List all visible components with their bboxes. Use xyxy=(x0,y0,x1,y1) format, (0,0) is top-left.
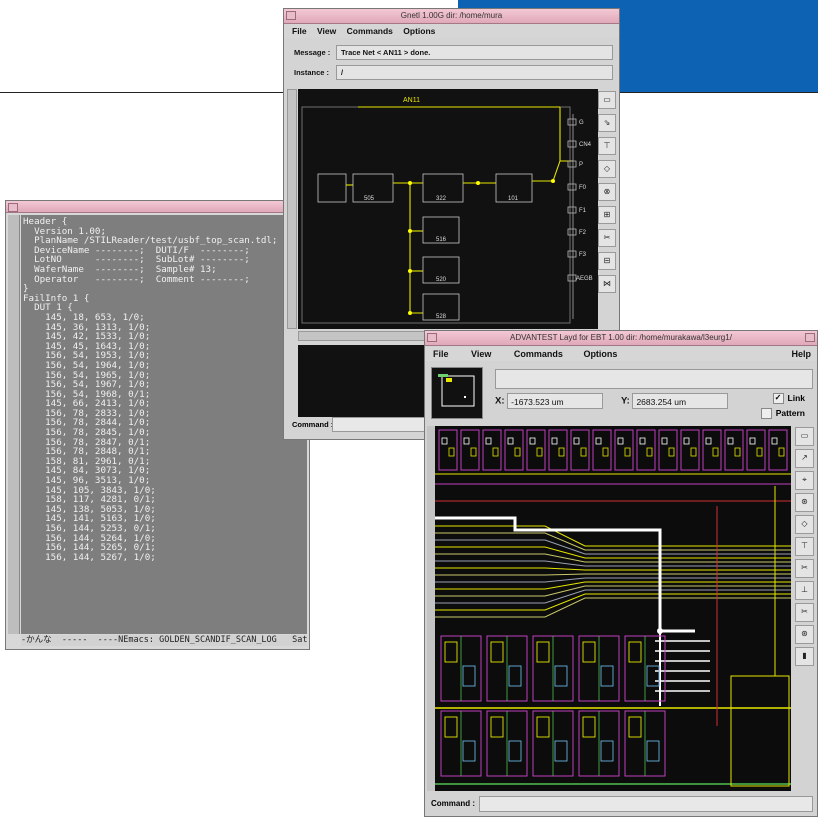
tool-button-icon[interactable]: ▮ xyxy=(795,647,814,666)
net-label: AN11 xyxy=(403,97,420,104)
tool-button-icon[interactable]: ⋈ xyxy=(598,275,616,293)
schematic-canvas[interactable]: AN11 G CN4 P F0 F1 F2 F3 AEGB 505 322 10… xyxy=(298,89,598,329)
schematic-drawing: AN11 G CN4 P F0 F1 F2 F3 AEGB 505 322 10… xyxy=(301,97,593,324)
port-label: F0 xyxy=(579,185,587,191)
tool-button-icon[interactable]: ◇ xyxy=(598,160,616,178)
layout-window: ADVANTEST Layd for EBT 1.00 dir: /home/m… xyxy=(424,330,818,817)
tool-button-icon[interactable]: ↗ xyxy=(795,449,814,468)
link-label: Link xyxy=(787,393,805,403)
layout-shape xyxy=(657,628,663,634)
tool-button-icon[interactable]: ⊛ xyxy=(795,625,814,644)
checkbox-checked-icon[interactable]: ✓ xyxy=(772,393,784,405)
x-label: X: xyxy=(495,395,505,407)
instance-field[interactable]: / xyxy=(336,65,613,80)
tool-button-icon[interactable]: ⊞ xyxy=(598,206,616,224)
tool-button-icon[interactable]: ⌖ xyxy=(795,471,814,490)
layout-titlebar[interactable]: ADVANTEST Layd for EBT 1.00 dir: /home/m… xyxy=(425,331,817,346)
menu-commands[interactable]: Commands xyxy=(347,24,393,38)
pattern-checkbox[interactable]: Pattern xyxy=(760,408,805,420)
emacs-line: Operator --------; Comment --------; xyxy=(23,273,250,285)
checkbox-unchecked-icon[interactable] xyxy=(760,408,772,420)
layout-title: ADVANTEST Layd for EBT 1.00 dir: /home/m… xyxy=(510,333,732,342)
y-field[interactable]: 2683.254 um xyxy=(632,393,729,409)
schematic-menubar: File View Commands Options xyxy=(284,24,619,38)
port-label: G xyxy=(579,120,584,126)
layout-toolbar: ▭ ↗ ⌖ ⊛ ◇ ⊤ ✂ ⊥ ✂ ⊛ ▮ xyxy=(795,427,815,669)
menu-help[interactable]: Help xyxy=(791,347,811,361)
window-menu-icon[interactable] xyxy=(8,203,18,212)
message-field: Trace Net < AN11 > done. xyxy=(336,45,613,60)
port-label: F2 xyxy=(579,230,587,236)
cell-label: 520 xyxy=(436,277,447,283)
emacs-buffer[interactable]: Header { Version 1.00; PlanName /STILRea… xyxy=(21,215,307,634)
instance-row: Instance : / xyxy=(290,65,617,81)
x-field[interactable]: -1673.523 um xyxy=(507,393,604,409)
tool-button-icon[interactable]: ⊥ xyxy=(795,581,814,600)
port-label: F3 xyxy=(579,252,587,258)
tool-button-icon[interactable]: ▭ xyxy=(795,427,814,446)
cell-label: 505 xyxy=(364,196,375,202)
maximize-icon[interactable] xyxy=(805,333,815,342)
x-coordinate: X: -1673.523 um xyxy=(495,393,604,409)
menu-file[interactable]: File xyxy=(292,24,307,38)
layout-text-input[interactable] xyxy=(495,369,813,389)
y-coordinate: Y: 2683.254 um xyxy=(621,393,729,409)
schematic-title: Gnetl 1.00G dir: /home/mura xyxy=(400,11,503,20)
y-label: Y: xyxy=(621,395,630,407)
menu-options[interactable]: Options xyxy=(403,24,435,38)
link-checkbox[interactable]: ✓ Link xyxy=(772,393,805,405)
layout-drawing xyxy=(435,426,791,791)
tool-button-icon[interactable]: ✂ xyxy=(795,603,814,622)
layout-overview-thumbnail[interactable] xyxy=(431,367,483,419)
message-label: Message : xyxy=(294,48,331,57)
window-menu-icon[interactable] xyxy=(427,333,437,342)
command-label: Command : xyxy=(292,420,334,429)
command-input[interactable] xyxy=(479,796,813,812)
tool-button-icon[interactable]: ⇘ xyxy=(598,114,616,132)
layout-menubar: File View Commands Options Help xyxy=(425,347,817,361)
emacs-modeline: -かんな ----- ----NEmacs: GOLDEN_SCANDIF_SC… xyxy=(21,635,307,646)
layout-vscrollbar[interactable] xyxy=(427,426,435,791)
menu-options[interactable]: Options xyxy=(583,347,617,361)
emacs-window: Header { Version 1.00; PlanName /STILRea… xyxy=(5,200,310,650)
schematic-toolbar: ▭ ⇘ ⊤ ◇ ⊗ ⊞ ✂ ⊟ ⋈ xyxy=(598,91,616,298)
port-label: AEGB xyxy=(576,276,593,282)
overview-drawing xyxy=(438,374,475,407)
instance-label: Instance : xyxy=(294,68,330,77)
tool-button-icon[interactable]: ⊛ xyxy=(795,493,814,512)
layout-canvas[interactable] xyxy=(435,426,791,791)
schematic-titlebar[interactable]: Gnetl 1.00G dir: /home/mura xyxy=(284,9,619,24)
tool-button-icon[interactable]: ⊟ xyxy=(598,252,616,270)
menu-view[interactable]: View xyxy=(471,347,491,361)
tool-button-icon[interactable]: ▭ xyxy=(598,91,616,109)
menu-view[interactable]: View xyxy=(317,24,336,38)
schematic-secondary-pane[interactable] xyxy=(298,345,438,417)
tool-button-icon[interactable]: ✂ xyxy=(598,229,616,247)
cell-label: 516 xyxy=(436,237,447,243)
tool-button-icon[interactable]: ⊤ xyxy=(795,537,814,556)
menu-commands[interactable]: Commands xyxy=(514,347,563,361)
schematic-vscrollbar[interactable] xyxy=(287,89,297,329)
emacs-scrollbar[interactable] xyxy=(8,215,20,634)
emacs-line: 156, 144, 5267, 1/0; xyxy=(23,551,156,563)
tool-button-icon[interactable]: ⊤ xyxy=(598,137,616,155)
port-label: CN4 xyxy=(579,142,592,148)
cell-label: 528 xyxy=(436,314,447,320)
port-label: F1 xyxy=(579,208,587,214)
emacs-titlebar[interactable] xyxy=(6,201,309,213)
pattern-label: Pattern xyxy=(775,408,805,418)
port-label: P xyxy=(579,162,583,168)
cell-label: 322 xyxy=(436,196,447,202)
cell-label: 101 xyxy=(508,196,519,202)
menu-file[interactable]: File xyxy=(433,347,449,361)
layout-command-row: Command : xyxy=(429,796,813,812)
tool-button-icon[interactable]: ⊗ xyxy=(598,183,616,201)
command-label: Command : xyxy=(431,799,475,808)
message-row: Message : Trace Net < AN11 > done. xyxy=(290,45,617,61)
tool-button-icon[interactable]: ◇ xyxy=(795,515,814,534)
tool-button-icon[interactable]: ✂ xyxy=(795,559,814,578)
window-menu-icon[interactable] xyxy=(286,11,296,20)
